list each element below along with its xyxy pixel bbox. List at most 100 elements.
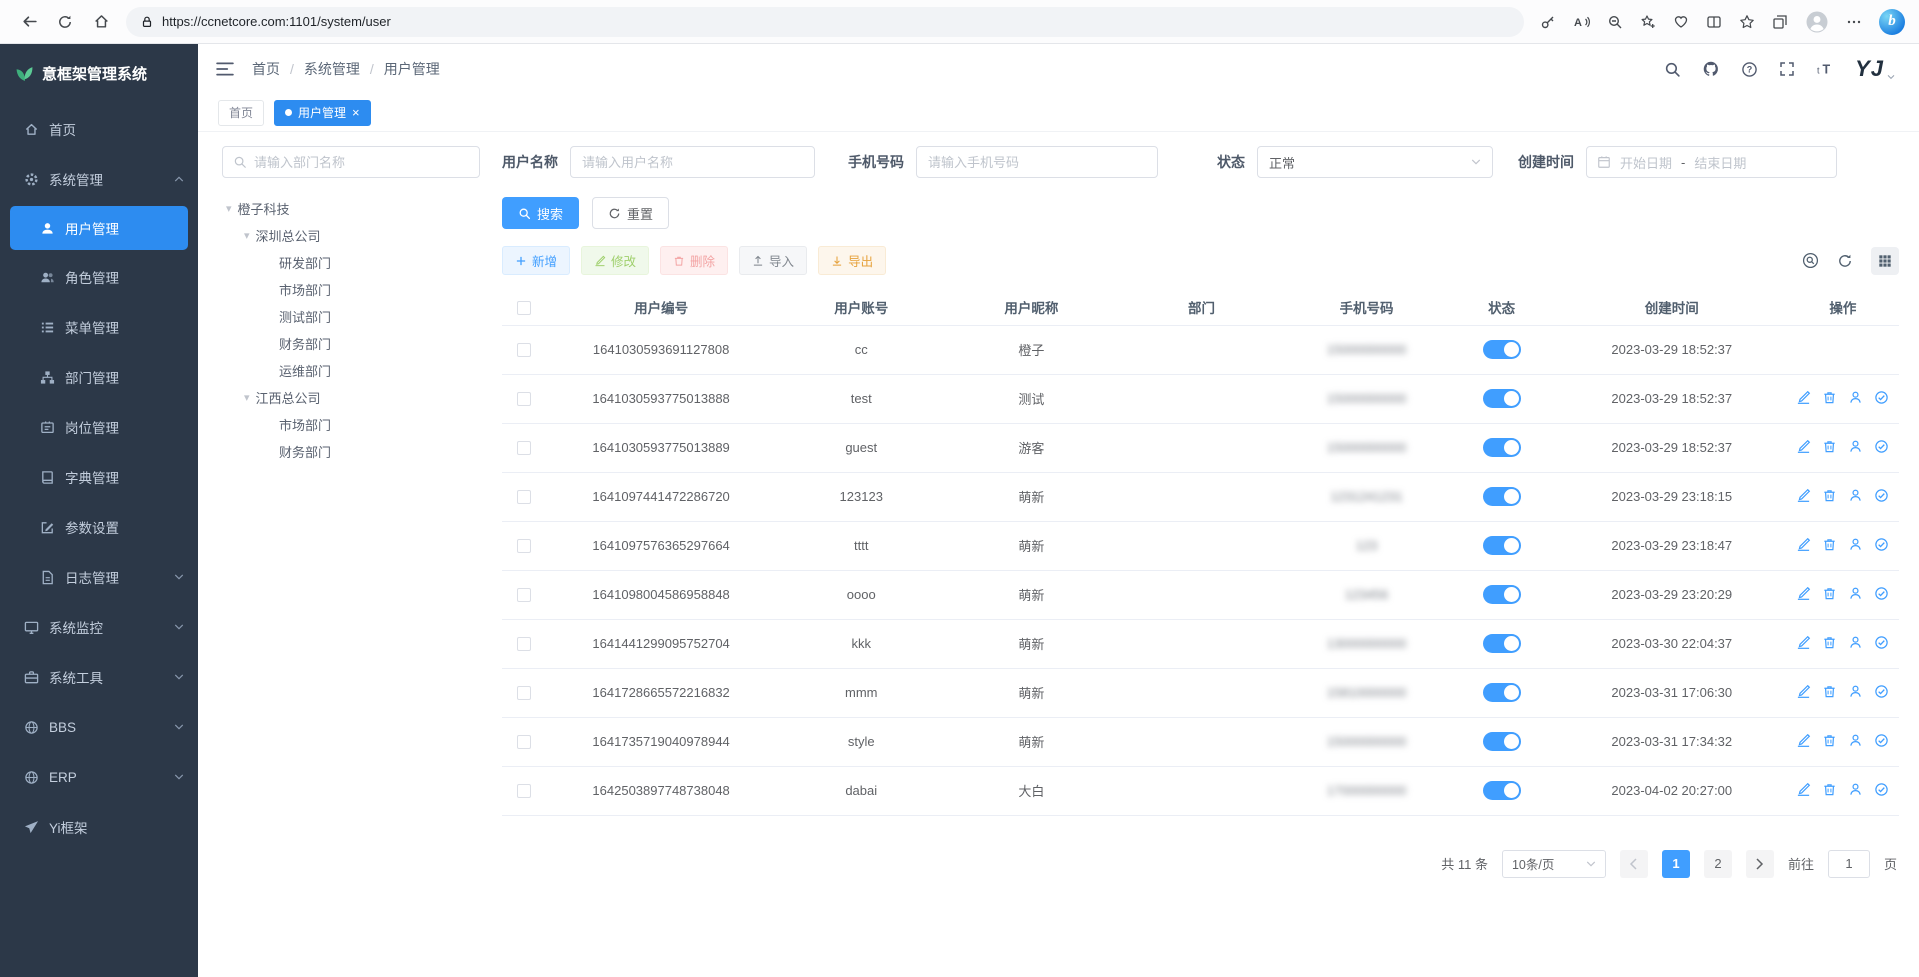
browser-home-button[interactable] (86, 7, 116, 37)
delete-icon[interactable] (1822, 733, 1837, 748)
favorites-icon[interactable] (1739, 14, 1755, 30)
delete-icon[interactable] (1822, 390, 1837, 405)
row-checkbox[interactable] (517, 392, 531, 406)
delete-button[interactable]: 删除 (660, 246, 728, 275)
row-checkbox[interactable] (517, 490, 531, 504)
edit-icon[interactable] (1796, 733, 1811, 748)
edit-icon[interactable] (1796, 684, 1811, 699)
sidebar-item-bbs[interactable]: BBS (0, 702, 198, 752)
copilot-icon[interactable]: b (1879, 9, 1905, 35)
edit-icon[interactable] (1796, 390, 1811, 405)
read-aloud-icon[interactable]: A (1573, 14, 1590, 30)
prev-page-button[interactable] (1620, 850, 1648, 878)
page-button-1[interactable]: 1 (1662, 850, 1690, 878)
profile-avatar[interactable] (1805, 10, 1829, 34)
phone-input[interactable] (916, 146, 1158, 178)
sidebar-item-home[interactable]: 首页 (0, 104, 198, 154)
export-button[interactable]: 导出 (818, 246, 886, 275)
browser-back-button[interactable] (14, 7, 44, 37)
reset-password-icon[interactable] (1848, 635, 1863, 650)
reset-password-icon[interactable] (1848, 439, 1863, 454)
row-checkbox[interactable] (517, 686, 531, 700)
tree-node[interactable]: 市场部门 (222, 411, 480, 438)
column-settings-button[interactable] (1871, 247, 1899, 275)
reset-password-icon[interactable] (1848, 733, 1863, 748)
tree-node[interactable]: 测试部门 (222, 303, 480, 330)
sidebar-item-system-tools[interactable]: 系统工具 (0, 652, 198, 702)
tab-home[interactable]: 首页 (218, 100, 264, 126)
reset-password-icon[interactable] (1848, 586, 1863, 601)
tree-node[interactable]: ▾ 橙子科技 (222, 195, 480, 222)
reset-password-icon[interactable] (1848, 782, 1863, 797)
search-toggle-icon[interactable] (1802, 252, 1819, 269)
next-page-button[interactable] (1746, 850, 1774, 878)
tree-node[interactable]: 研发部门 (222, 249, 480, 276)
search-button[interactable]: 搜索 (502, 197, 579, 229)
collections-icon[interactable] (1772, 14, 1788, 30)
status-toggle[interactable] (1483, 438, 1521, 457)
reset-button[interactable]: 重置 (592, 197, 669, 229)
delete-icon[interactable] (1822, 684, 1837, 699)
sidebar-item-role-management[interactable]: 角色管理 (0, 252, 198, 302)
delete-icon[interactable] (1822, 782, 1837, 797)
delete-icon[interactable] (1822, 488, 1837, 503)
user-logo[interactable]: YJ (1855, 56, 1895, 82)
row-checkbox[interactable] (517, 343, 531, 357)
delete-icon[interactable] (1822, 586, 1837, 601)
row-checkbox[interactable] (517, 735, 531, 749)
page-size-select[interactable]: 10条/页 (1502, 850, 1606, 878)
row-checkbox[interactable] (517, 588, 531, 602)
status-toggle[interactable] (1483, 487, 1521, 506)
edit-icon[interactable] (1796, 635, 1811, 650)
assign-role-icon[interactable] (1874, 488, 1889, 503)
sidebar-item-parameter-settings[interactable]: 参数设置 (0, 502, 198, 552)
status-toggle[interactable] (1483, 683, 1521, 702)
department-search-input[interactable] (254, 155, 469, 170)
password-key-icon[interactable] (1540, 14, 1556, 30)
edit-icon[interactable] (1796, 537, 1811, 552)
address-bar[interactable]: https://ccnetcore.com:1101/system/user (126, 7, 1524, 37)
sidebar-item-yi-framework[interactable]: Yi框架 (0, 802, 198, 852)
status-toggle[interactable] (1483, 732, 1521, 751)
github-icon[interactable] (1702, 60, 1720, 78)
status-toggle[interactable] (1483, 389, 1521, 408)
page-button-2[interactable]: 2 (1704, 850, 1732, 878)
reset-password-icon[interactable] (1848, 488, 1863, 503)
delete-icon[interactable] (1822, 537, 1837, 552)
tree-node[interactable]: ▾ 江西总公司 (222, 384, 480, 411)
assign-role-icon[interactable] (1874, 439, 1889, 454)
zoom-icon[interactable] (1607, 14, 1623, 30)
close-icon[interactable]: × (352, 106, 360, 119)
split-screen-icon[interactable] (1706, 14, 1722, 30)
row-checkbox[interactable] (517, 539, 531, 553)
reset-password-icon[interactable] (1848, 390, 1863, 405)
assign-role-icon[interactable] (1874, 537, 1889, 552)
reset-password-icon[interactable] (1848, 537, 1863, 552)
status-toggle[interactable] (1483, 781, 1521, 800)
edit-icon[interactable] (1796, 439, 1811, 454)
font-size-icon[interactable]: tT (1816, 61, 1834, 77)
assign-role-icon[interactable] (1874, 586, 1889, 601)
refresh-icon[interactable] (1837, 253, 1853, 269)
sidebar-item-post-management[interactable]: 岗位管理 (0, 402, 198, 452)
assign-role-icon[interactable] (1874, 635, 1889, 650)
tree-node[interactable]: ▾ 深圳总公司 (222, 222, 480, 249)
sidebar-item-dictionary-management[interactable]: 字典管理 (0, 452, 198, 502)
sidebar-item-menu-management[interactable]: 菜单管理 (0, 302, 198, 352)
sidebar-item-log-management[interactable]: 日志管理 (0, 552, 198, 602)
select-all-checkbox[interactable] (517, 301, 531, 315)
tree-node[interactable]: 财务部门 (222, 438, 480, 465)
assign-role-icon[interactable] (1874, 390, 1889, 405)
edit-icon[interactable] (1796, 782, 1811, 797)
tree-node[interactable]: 市场部门 (222, 276, 480, 303)
sidebar-item-department-management[interactable]: 部门管理 (0, 352, 198, 402)
assign-role-icon[interactable] (1874, 684, 1889, 699)
reset-password-icon[interactable] (1848, 684, 1863, 699)
assign-role-icon[interactable] (1874, 733, 1889, 748)
username-input[interactable] (570, 146, 815, 178)
assign-role-icon[interactable] (1874, 782, 1889, 797)
delete-icon[interactable] (1822, 439, 1837, 454)
breadcrumb-home[interactable]: 首页 (252, 59, 280, 79)
sidebar-item-system-monitor[interactable]: 系统监控 (0, 602, 198, 652)
tree-node[interactable]: 运维部门 (222, 357, 480, 384)
